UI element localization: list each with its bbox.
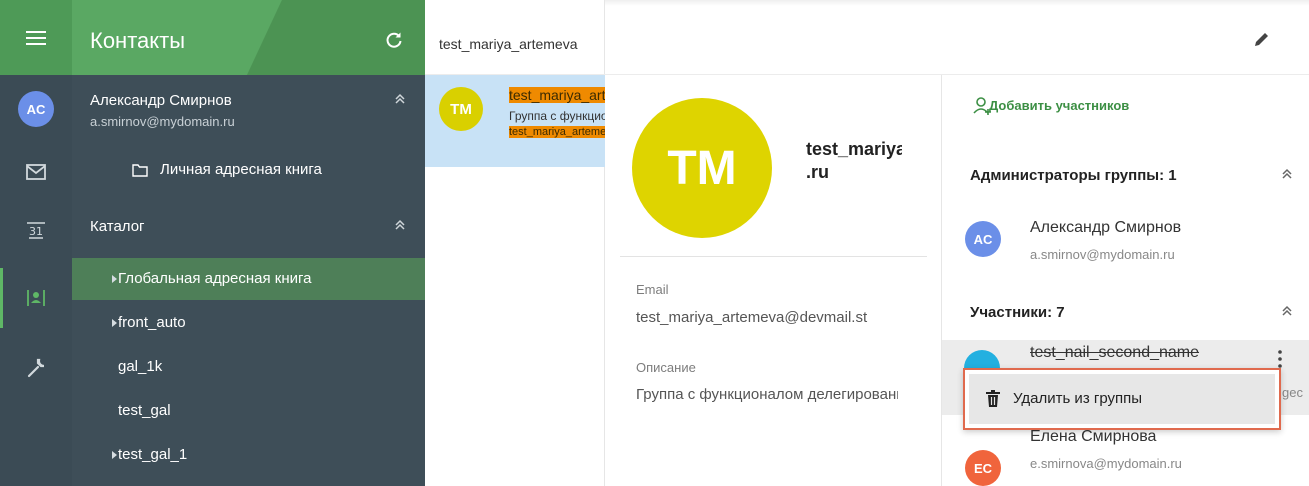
sidebar-item-personal-book[interactable]: Личная адресная книга — [72, 150, 425, 190]
email-value: test_mariya_artemeva@devmail.st — [636, 309, 868, 326]
context-menu-label: Удалить из группы — [1013, 390, 1143, 407]
contact-list: test_mariya_artemeva TM test_mariya_arte… — [425, 0, 605, 486]
rail-active-indicator — [0, 268, 3, 328]
member-name[interactable]: Елена Смирнова — [1030, 428, 1156, 446]
sidebar-catalog-header[interactable]: Каталог — [90, 218, 145, 235]
sidebar-item-label: Личная адресная книга — [160, 161, 322, 178]
caret-right-icon[interactable] — [112, 275, 117, 283]
folder-icon — [132, 164, 148, 177]
description-label: Описание — [636, 360, 696, 375]
group-name: test_mariya_artemeva@devmail .ru — [806, 139, 902, 182]
collapse-catalog-icon[interactable] — [393, 218, 407, 232]
sidebar-item-label: front_auto — [118, 314, 186, 331]
collapse-admins-icon[interactable] — [1280, 167, 1294, 181]
member-email: gec — [1282, 385, 1303, 400]
caret-right-icon[interactable] — [112, 451, 117, 459]
sidebar-item-label: test_gal — [118, 402, 171, 419]
sidebar-user-name[interactable]: Александр Смирнов — [90, 92, 232, 109]
sidebar-item-test-gal-1[interactable]: test_gal_1 — [72, 434, 425, 476]
context-menu: Удалить из группы — [963, 368, 1281, 430]
avatar[interactable]: AC — [18, 91, 54, 127]
rail-header — [0, 0, 72, 75]
admins-section-title: Администраторы группы: 1 — [970, 167, 1177, 184]
sidebar-user-email: a.smirnov@mydomain.ru — [90, 114, 235, 129]
sidebar-item-gal-1k[interactable]: gal_1k — [72, 346, 425, 388]
mail-icon[interactable] — [24, 160, 48, 184]
pencil-icon[interactable] — [1253, 30, 1271, 48]
sidebar-item-label: gal_1k — [118, 358, 163, 375]
list-item-description: Группа с функционалом делегирования — [509, 109, 605, 123]
caret-right-icon[interactable] — [112, 319, 117, 327]
wrench-icon[interactable] — [24, 356, 48, 380]
avatar: TM — [439, 87, 483, 131]
list-item-email: test_mariya_artemeva@devmail.st — [509, 126, 605, 138]
add-members-button[interactable]: Добавить участников — [989, 98, 1129, 113]
email-label: Email — [636, 282, 669, 297]
sidebar-item-label: test_gal_1 — [118, 446, 188, 463]
sidebar: Контакты Александр Смирнов a.smirnov@myd… — [72, 0, 425, 486]
avatar: EC — [965, 450, 1001, 486]
more-vertical-icon[interactable] — [1278, 350, 1282, 368]
app-rail: AC 31 — [0, 0, 72, 486]
member-name[interactable]: test_nail_second_name — [1030, 344, 1199, 362]
menu-icon[interactable] — [26, 31, 46, 45]
page-title: Контакты — [90, 28, 186, 53]
search-bar[interactable]: test_mariya_artemeva — [425, 0, 605, 75]
description-value: Группа с функционалом делегирования — [636, 386, 898, 403]
search-input[interactable]: test_mariya_artemeva — [439, 36, 605, 52]
collapse-participants-icon[interactable] — [1280, 304, 1294, 318]
list-item-name: test_mariya_artemeva — [509, 87, 605, 103]
divider — [620, 256, 927, 257]
sidebar-item-front-auto[interactable]: front_auto — [72, 302, 425, 344]
trash-icon — [986, 390, 1000, 407]
sidebar-item-test-gal[interactable]: test_gal — [72, 390, 425, 432]
group-avatar: TM — [632, 98, 772, 238]
member-email: e.smirnova@mydomain.ru — [1030, 456, 1182, 471]
member-email: a.smirnov@mydomain.ru — [1030, 247, 1175, 262]
sidebar-item-global-book[interactable]: Глобальная адресная книга — [72, 258, 425, 300]
svg-text:31: 31 — [29, 225, 43, 238]
delete-from-group-item[interactable]: Удалить из группы — [969, 374, 1275, 424]
sidebar-header: Контакты — [72, 0, 425, 75]
list-item[interactable]: TM test_mariya_artemeva Группа с функцио… — [425, 75, 605, 167]
collapse-user-icon[interactable] — [393, 92, 407, 106]
refresh-icon[interactable] — [385, 31, 403, 49]
participants-section-title: Участники: 7 — [970, 304, 1065, 321]
avatar: AC — [965, 221, 1001, 257]
calendar-icon[interactable]: 31 — [24, 218, 48, 242]
sidebar-item-label: Глобальная адресная книга — [118, 270, 312, 287]
detail-toolbar — [605, 0, 1309, 75]
member-name[interactable]: Александр Смирнов — [1030, 219, 1181, 237]
contacts-icon[interactable] — [24, 286, 48, 310]
